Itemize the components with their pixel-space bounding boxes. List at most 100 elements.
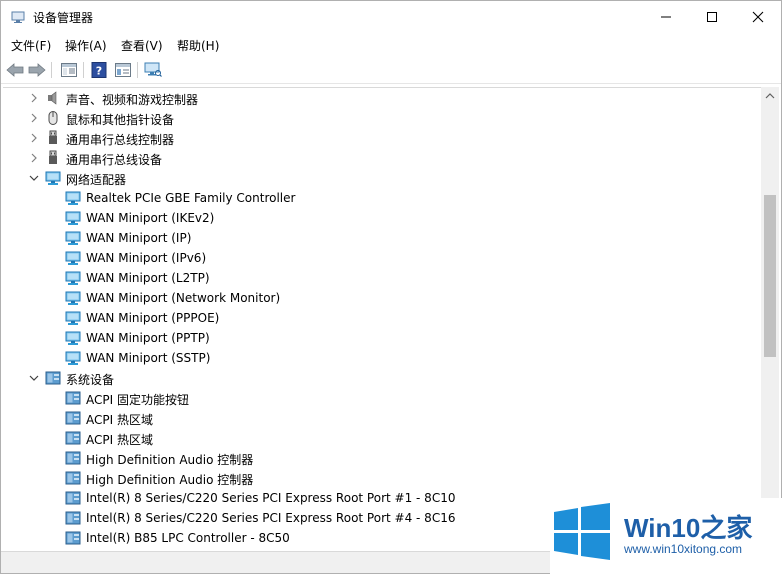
tree-category[interactable]: 声音、视频和游戏控制器 (3, 88, 759, 108)
tree-device[interactable]: ACPI 热区域 (3, 408, 759, 428)
menu-action[interactable]: 操作(A) (65, 37, 107, 54)
tree-category[interactable]: 系统设备 (3, 368, 759, 388)
network-adapter-icon (65, 250, 81, 266)
tree-item-label: 系统设备 (66, 373, 115, 387)
tree-item-label: ACPI 热区域 (86, 413, 153, 427)
forward-arrow-icon (28, 63, 46, 77)
usb-icon (45, 150, 61, 166)
tree-device[interactable]: WAN Miniport (IPv6) (3, 248, 759, 268)
maximize-button[interactable] (689, 1, 735, 33)
forward-button[interactable] (27, 60, 47, 80)
tree-item-label: High Definition Audio 控制器 (86, 453, 254, 467)
tree-device[interactable]: Realtek PCIe GBE Family Controller (3, 188, 759, 208)
vertical-scrollbar[interactable] (761, 87, 779, 549)
tree-item-label: WAN Miniport (L2TP) (86, 271, 210, 285)
menu-help[interactable]: 帮助(H) (177, 37, 219, 54)
device-tree[interactable]: 声音、视频和游戏控制器 鼠标和其他指针设备 通用串行总线控制器 通用串行总线设备 网络适… (3, 87, 761, 550)
tree-device[interactable]: WAN Miniport (IP) (3, 228, 759, 248)
tree-device[interactable]: WAN Miniport (PPTP) (3, 328, 759, 348)
minimize-button[interactable] (643, 1, 689, 33)
network-adapter-icon (65, 270, 81, 286)
toolbar-separator (83, 62, 84, 78)
close-button[interactable] (735, 1, 781, 33)
menu-view[interactable]: 查看(V) (121, 37, 163, 54)
title-bar[interactable]: 设备管理器 (1, 1, 781, 33)
svg-text:?: ? (96, 65, 102, 78)
system-device-icon (65, 530, 81, 546)
tree-device[interactable]: WAN Miniport (L2TP) (3, 268, 759, 288)
tree-item-label: WAN Miniport (IKEv2) (86, 211, 215, 225)
usb-icon (45, 130, 61, 146)
system-device-icon (65, 490, 81, 506)
tree-item-label: 通用串行总线控制器 (66, 133, 175, 147)
chevron-down-icon[interactable] (28, 372, 40, 384)
mouse-icon (45, 110, 61, 126)
tree-item-label: ACPI 热区域 (86, 433, 153, 447)
toolbar: ? (1, 57, 781, 84)
system-device-icon (65, 390, 81, 406)
tree-item-label: Intel(R) B85 LPC Controller - 8C50 (86, 531, 290, 545)
properties-button[interactable] (113, 60, 133, 80)
network-adapter-icon (65, 290, 81, 306)
help-icon: ? (91, 62, 107, 78)
chevron-right-icon[interactable] (28, 112, 40, 124)
speaker-icon (45, 90, 61, 106)
tree-item-label: Intel(R) 8 Series/C220 Series PCI Expres… (86, 511, 456, 525)
tree-category[interactable]: 鼠标和其他指针设备 (3, 108, 759, 128)
back-button[interactable] (5, 60, 25, 80)
network-adapter-icon (45, 170, 61, 186)
tree-item-label: WAN Miniport (Network Monitor) (86, 291, 281, 305)
show-hide-console-tree-button[interactable] (59, 60, 79, 80)
network-adapter-icon (65, 210, 81, 226)
system-device-icon (65, 430, 81, 446)
tree-device[interactable]: WAN Miniport (PPPOE) (3, 308, 759, 328)
tree-item-label: 鼠标和其他指针设备 (66, 113, 175, 127)
tree-device[interactable]: High Definition Audio 控制器 (3, 448, 759, 468)
network-adapter-icon (65, 190, 81, 206)
tree-item-label: 通用串行总线设备 (66, 153, 163, 167)
watermark-url: www.win10xitong.com (624, 542, 743, 556)
tree-item-label: 声音、视频和游戏控制器 (66, 93, 199, 107)
tree-item-label: WAN Miniport (IPv6) (86, 251, 207, 265)
chevron-down-icon[interactable] (28, 172, 40, 184)
menu-file[interactable]: 文件(F) (11, 37, 51, 54)
tree-device[interactable]: WAN Miniport (IKEv2) (3, 208, 759, 228)
toolbar-separator (51, 62, 52, 78)
tree-item-label: Intel(R) 8 Series/C220 Series PCI Expres… (86, 491, 456, 505)
watermark: Win10之家 www.win10xitong.com (550, 498, 782, 574)
tree-device[interactable]: High Definition Audio 控制器 (3, 468, 759, 488)
network-adapter-icon (65, 230, 81, 246)
windows-logo-icon (554, 503, 610, 560)
tree-item-label: 网络适配器 (66, 173, 127, 187)
device-manager-app-icon (11, 11, 25, 23)
device-manager-window: 设备管理器 文件(F) 操作(A) 查看(V) 帮助(H) ? 声音、视频和游戏… (0, 0, 782, 574)
network-adapter-icon (65, 330, 81, 346)
toolbar-separator (137, 62, 138, 78)
tree-device[interactable]: ACPI 固定功能按钮 (3, 388, 759, 408)
system-device-icon (65, 410, 81, 426)
scrollbar-thumb[interactable] (764, 195, 776, 357)
chevron-right-icon[interactable] (28, 152, 40, 164)
properties-icon (115, 63, 131, 77)
help-button[interactable]: ? (89, 60, 109, 80)
tree-item-label: WAN Miniport (SSTP) (86, 351, 211, 365)
window-title: 设备管理器 (33, 11, 94, 25)
system-device-icon (65, 470, 81, 486)
scroll-up-button[interactable] (761, 87, 779, 105)
scan-hardware-button[interactable] (143, 60, 163, 80)
network-adapter-icon (65, 310, 81, 326)
chevron-right-icon[interactable] (28, 132, 40, 144)
tree-item-label: High Definition Audio 控制器 (86, 473, 254, 487)
watermark-title: Win10之家 (624, 513, 753, 543)
chevron-right-icon[interactable] (28, 92, 40, 104)
network-adapter-icon (65, 350, 81, 366)
tree-category[interactable]: 通用串行总线控制器 (3, 128, 759, 148)
tree-device[interactable]: WAN Miniport (SSTP) (3, 348, 759, 368)
tree-device[interactable]: ACPI 热区域 (3, 428, 759, 448)
tree-item-label: ACPI 固定功能按钮 (86, 393, 189, 407)
minimize-icon (661, 16, 671, 18)
tree-item-label: Realtek PCIe GBE Family Controller (86, 191, 296, 205)
tree-category[interactable]: 通用串行总线设备 (3, 148, 759, 168)
tree-device[interactable]: WAN Miniport (Network Monitor) (3, 288, 759, 308)
tree-category[interactable]: 网络适配器 (3, 168, 759, 188)
